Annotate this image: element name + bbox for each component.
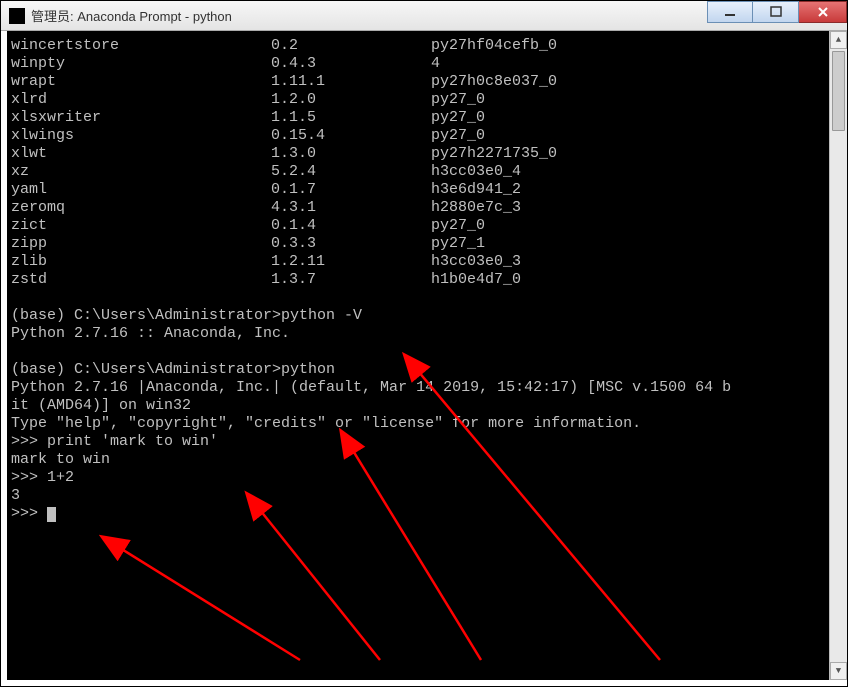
package-build: py27_0 [431, 217, 485, 235]
maximize-icon [769, 5, 783, 19]
terminal-window: 管理员: Anaconda Prompt - python wincertsto… [0, 0, 848, 687]
package-row: winpty0.4.34 [11, 55, 837, 73]
package-name: zeromq [11, 199, 271, 217]
package-build: py27_1 [431, 235, 485, 253]
package-version: 1.1.5 [271, 109, 431, 127]
shell-output: Python 2.7.16 :: Anaconda, Inc. [11, 325, 837, 343]
package-version: 0.4.3 [271, 55, 431, 73]
package-row: yaml0.1.7h3e6d941_2 [11, 181, 837, 199]
package-build: h1b0e4d7_0 [431, 271, 521, 289]
maximize-button[interactable] [753, 1, 799, 23]
cursor [47, 507, 56, 522]
package-version: 0.3.3 [271, 235, 431, 253]
package-version: 1.11.1 [271, 73, 431, 91]
package-name: xlwings [11, 127, 271, 145]
package-build: h3cc03e0_4 [431, 163, 521, 181]
package-name: zipp [11, 235, 271, 253]
package-row: xlwings0.15.4py27_0 [11, 127, 837, 145]
package-name: xz [11, 163, 271, 181]
package-build: py27_0 [431, 127, 485, 145]
package-build: py27_0 [431, 91, 485, 109]
package-name: wrapt [11, 73, 271, 91]
package-build: py27_0 [431, 109, 485, 127]
package-row: zlib1.2.11h3cc03e0_3 [11, 253, 837, 271]
minimize-icon [723, 5, 737, 19]
package-row: zeromq4.3.1h2880e7c_3 [11, 199, 837, 217]
python-output: mark to win [11, 451, 837, 469]
window-title: 管理员: Anaconda Prompt - python [31, 6, 232, 25]
python-output: 3 [11, 487, 837, 505]
package-version: 1.2.0 [271, 91, 431, 109]
minimize-button[interactable] [707, 1, 753, 23]
package-version: 0.2 [271, 37, 431, 55]
package-name: xlwt [11, 145, 271, 163]
package-name: yaml [11, 181, 271, 199]
package-build: py27hf04cefb_0 [431, 37, 557, 55]
python-banner: Type "help", "copyright", "credits" or "… [11, 415, 837, 433]
package-name: winpty [11, 55, 271, 73]
shell-line: (base) C:\Users\Administrator>python -V [11, 307, 837, 325]
python-banner: Python 2.7.16 |Anaconda, Inc.| (default,… [11, 379, 837, 397]
package-build: py27h2271735_0 [431, 145, 557, 163]
package-name: xlrd [11, 91, 271, 109]
close-button[interactable] [799, 1, 847, 23]
app-icon [9, 8, 25, 24]
package-version: 4.3.1 [271, 199, 431, 217]
shell-line: (base) C:\Users\Administrator>python [11, 361, 837, 379]
python-banner: it (AMD64)] on win32 [11, 397, 837, 415]
package-version: 0.1.7 [271, 181, 431, 199]
package-row: zipp0.3.3py27_1 [11, 235, 837, 253]
package-version: 5.2.4 [271, 163, 431, 181]
package-version: 1.3.7 [271, 271, 431, 289]
package-name: xlsxwriter [11, 109, 271, 127]
package-row: xz5.2.4h3cc03e0_4 [11, 163, 837, 181]
python-prompt[interactable]: >>> [11, 505, 837, 523]
package-version: 0.1.4 [271, 217, 431, 235]
package-name: zict [11, 217, 271, 235]
package-version: 1.2.11 [271, 253, 431, 271]
python-line: >>> 1+2 [11, 469, 837, 487]
package-name: wincertstore [11, 37, 271, 55]
python-line: >>> print 'mark to win' [11, 433, 837, 451]
scroll-up-button[interactable]: ▲ [830, 31, 847, 49]
package-build: py27h0c8e037_0 [431, 73, 557, 91]
titlebar[interactable]: 管理员: Anaconda Prompt - python [1, 1, 847, 31]
vertical-scrollbar[interactable]: ▲ ▼ [829, 31, 847, 680]
scroll-down-button[interactable]: ▼ [830, 662, 847, 680]
package-build: h2880e7c_3 [431, 199, 521, 217]
scroll-thumb[interactable] [832, 51, 845, 131]
close-icon [816, 5, 830, 19]
package-name: zstd [11, 271, 271, 289]
package-row: zict0.1.4py27_0 [11, 217, 837, 235]
package-build: h3e6d941_2 [431, 181, 521, 199]
package-build: 4 [431, 55, 440, 73]
package-row: xlwt1.3.0py27h2271735_0 [11, 145, 837, 163]
package-name: zlib [11, 253, 271, 271]
terminal-output[interactable]: wincertstore0.2py27hf04cefb_0winpty0.4.3… [7, 31, 841, 680]
package-version: 1.3.0 [271, 145, 431, 163]
package-row: wincertstore0.2py27hf04cefb_0 [11, 37, 837, 55]
package-row: zstd1.3.7h1b0e4d7_0 [11, 271, 837, 289]
package-build: h3cc03e0_3 [431, 253, 521, 271]
package-row: xlrd1.2.0py27_0 [11, 91, 837, 109]
package-row: wrapt1.11.1py27h0c8e037_0 [11, 73, 837, 91]
package-row: xlsxwriter1.1.5py27_0 [11, 109, 837, 127]
package-version: 0.15.4 [271, 127, 431, 145]
